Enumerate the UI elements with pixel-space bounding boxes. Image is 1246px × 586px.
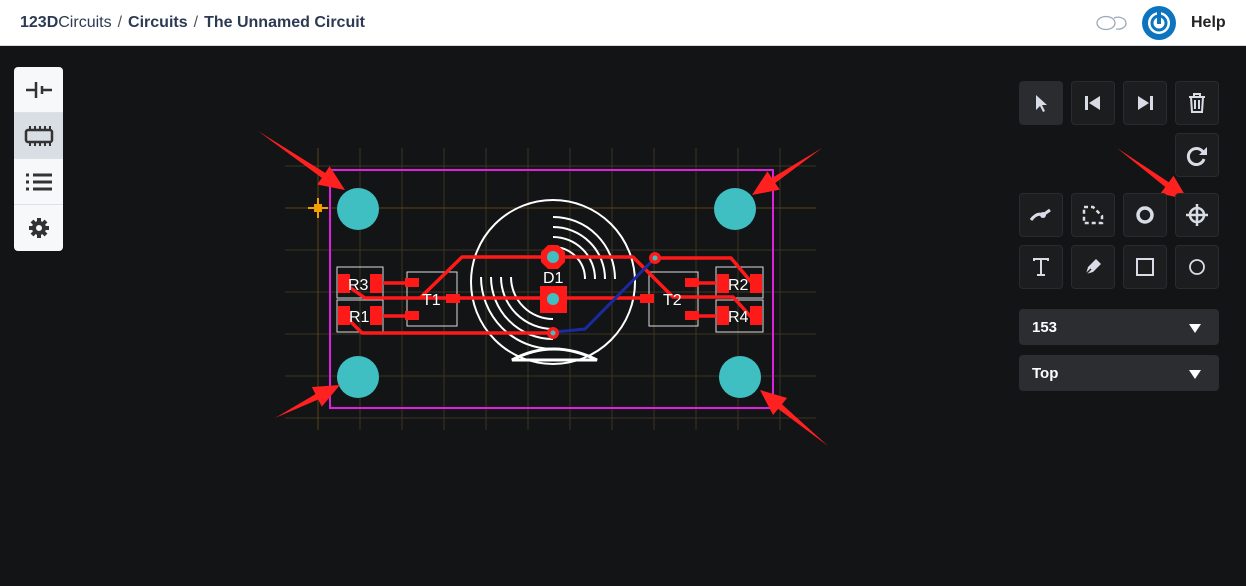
trace-width-dropdown[interactable]: 153	[1019, 309, 1219, 345]
step-forward-icon	[1138, 96, 1153, 110]
text-tool-button[interactable]	[1019, 245, 1063, 289]
via-tool-button[interactable]	[1123, 193, 1167, 237]
square-icon	[1136, 258, 1154, 276]
text-icon	[1033, 258, 1049, 276]
ring-icon	[1136, 206, 1154, 224]
mounting-hole	[719, 356, 761, 398]
dashed-polygon-icon	[1082, 205, 1104, 225]
trash-icon	[1189, 93, 1205, 113]
label-d1: D1	[543, 270, 564, 287]
rotate-button[interactable]	[1175, 133, 1219, 177]
caret-down-icon	[1189, 370, 1201, 379]
pen-tool-button[interactable]	[1071, 245, 1115, 289]
polygon-tool-button[interactable]	[1071, 193, 1115, 237]
origin-marker	[308, 198, 328, 218]
help-link[interactable]: Help	[1191, 14, 1226, 32]
pen-icon	[1085, 259, 1101, 275]
layer-dropdown[interactable]: Top	[1019, 355, 1219, 391]
step-forward-button[interactable]	[1123, 81, 1167, 125]
rectangle-tool-button[interactable]	[1123, 245, 1167, 289]
select-button[interactable]	[1019, 81, 1063, 125]
mounting-hole	[714, 188, 756, 230]
chat-icon[interactable]	[1095, 13, 1127, 33]
circle-tool-button[interactable]	[1175, 245, 1219, 289]
caret-down-icon	[1189, 324, 1201, 333]
mounting-hole	[337, 188, 379, 230]
trace-width-value: 153	[1032, 319, 1058, 336]
label-r4: R4	[728, 309, 749, 326]
delete-button[interactable]	[1175, 81, 1219, 125]
label-r3: R3	[348, 277, 369, 294]
label-r2: R2	[728, 277, 749, 294]
step-back-button[interactable]	[1071, 81, 1115, 125]
rotate-icon	[1186, 147, 1207, 166]
label-t1: T1	[422, 292, 441, 309]
circle-icon	[1189, 259, 1205, 275]
trace-icon	[1029, 208, 1051, 221]
pcb-canvas[interactable]: R3 R1 T1 T2 R2 R4 D1	[0, 0, 1000, 586]
label-r1: R1	[349, 309, 370, 326]
cursor-icon	[1036, 95, 1047, 112]
step-back-icon	[1085, 96, 1100, 110]
crosshair-icon	[1186, 204, 1208, 226]
power-user-icon[interactable]	[1141, 5, 1177, 41]
label-t2: T2	[663, 292, 682, 309]
hole-tool-button[interactable]	[1175, 193, 1219, 237]
layer-value: Top	[1032, 365, 1059, 382]
mounting-hole	[337, 356, 379, 398]
trace-tool-button[interactable]	[1019, 193, 1063, 237]
